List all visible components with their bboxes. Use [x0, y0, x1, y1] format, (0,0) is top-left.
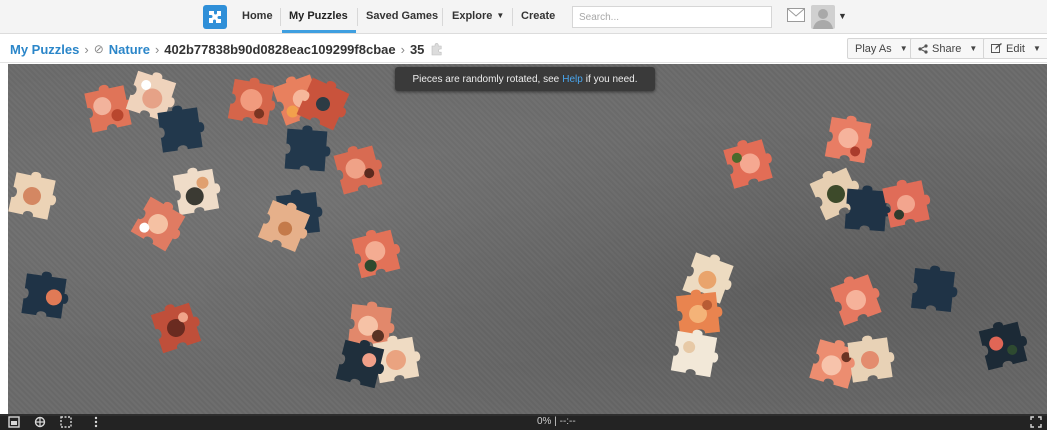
search-input[interactable]: [572, 6, 772, 28]
nav-divider: [512, 8, 513, 26]
progress-bar: [0, 414, 1047, 416]
puzzle-piece[interactable]: [911, 263, 960, 313]
puzzle-piece[interactable]: [846, 332, 898, 383]
nav-explore-label: Explore: [452, 10, 493, 22]
nav-create[interactable]: Create: [521, 10, 555, 22]
piece-count: 35: [409, 41, 425, 57]
nav-active-indicator: [282, 30, 356, 33]
breadcrumb-puzzle-id: 402b77838b90d0828eac109299f8cbae: [164, 41, 396, 57]
ghost-image-icon[interactable]: [34, 416, 46, 428]
share-icon: [918, 43, 928, 54]
puzzle-piece[interactable]: [21, 268, 72, 320]
play-as-label: Play As: [855, 42, 892, 55]
breadcrumb-my-puzzles[interactable]: My Puzzles: [10, 42, 79, 57]
nav-my-puzzles[interactable]: My Puzzles: [289, 10, 348, 22]
progress-status-text: 0% | --:--: [537, 416, 576, 427]
puzzle-piece[interactable]: [149, 297, 206, 354]
nav-saved-games[interactable]: Saved Games: [366, 10, 438, 22]
share-button[interactable]: Share ▼: [910, 38, 986, 59]
puzzle-app: Home My Puzzles Saved Games Explore ▼ Cre…: [0, 0, 1047, 430]
puzzle-piece[interactable]: [350, 224, 405, 279]
tooltip-help-link[interactable]: Help: [562, 74, 583, 85]
nav-divider: [442, 8, 443, 26]
share-label: Share: [932, 42, 962, 55]
user-avatar[interactable]: [811, 5, 835, 29]
chevron-right-icon: ›: [84, 41, 89, 57]
edit-label: Edit: [1006, 42, 1025, 55]
fullscreen-icon[interactable]: [1030, 416, 1042, 428]
puzzle-piece[interactable]: [227, 74, 280, 126]
tooltip-text-end: if you need.: [585, 73, 638, 85]
site-logo-icon[interactable]: [203, 5, 227, 29]
chevron-down-icon: ▼: [899, 44, 908, 53]
user-menu-chevron-icon[interactable]: ▼: [838, 11, 847, 21]
chevron-right-icon: ›: [154, 41, 160, 57]
puzzle-piece[interactable]: [670, 326, 723, 378]
puzzle-piece[interactable]: [332, 139, 387, 195]
chevron-down-icon: ▼: [969, 44, 978, 53]
edit-icon: [991, 43, 1002, 53]
nav-home[interactable]: Home: [242, 10, 273, 22]
breadcrumb: My Puzzles › ⊘ Nature › 402b77838b90d082…: [10, 41, 445, 57]
puzzle-status-bar: 0% | --:--: [0, 414, 1047, 430]
puzzle-piece[interactable]: [8, 167, 62, 221]
puzzle-board[interactable]: [8, 64, 1047, 414]
chevron-down-icon: ▼: [496, 11, 505, 20]
puzzle-piece[interactable]: [881, 174, 935, 228]
puzzle-piece[interactable]: [284, 124, 333, 172]
link-icon: ⊘: [93, 42, 104, 56]
more-options-icon[interactable]: [90, 416, 102, 428]
puzzle-pieces-layer: [8, 66, 1032, 390]
play-as-button[interactable]: Play As ▼: [847, 38, 916, 59]
puzzle-piece[interactable]: [977, 316, 1032, 371]
preview-image-icon[interactable]: [8, 416, 20, 428]
breadcrumb-nature[interactable]: Nature: [109, 42, 150, 57]
chevron-right-icon: ›: [400, 41, 405, 57]
chevron-down-icon: ▼: [1032, 44, 1041, 53]
breadcrumb-bar: My Puzzles › ⊘ Nature › 402b77838b90d082…: [0, 35, 1047, 63]
rotation-hint-tooltip: Pieces are randomly rotated, see Help if…: [395, 67, 655, 91]
top-navigation: Home My Puzzles Saved Games Explore ▼ Cre…: [0, 0, 1047, 34]
puzzle-piece[interactable]: [172, 163, 224, 216]
puzzle-piece[interactable]: [824, 112, 877, 164]
tooltip-text: Pieces are randomly rotated, see: [412, 73, 560, 85]
puzzle-piece[interactable]: [722, 133, 778, 189]
nav-explore[interactable]: Explore ▼: [452, 10, 504, 22]
puzzle-piece[interactable]: [828, 268, 886, 326]
nav-divider: [280, 8, 281, 26]
edge-pieces-icon[interactable]: [60, 416, 72, 428]
mail-icon[interactable]: [787, 8, 805, 22]
edit-button[interactable]: Edit ▼: [983, 38, 1047, 59]
puzzle-piece-icon: [432, 43, 442, 56]
nav-divider: [357, 8, 358, 26]
